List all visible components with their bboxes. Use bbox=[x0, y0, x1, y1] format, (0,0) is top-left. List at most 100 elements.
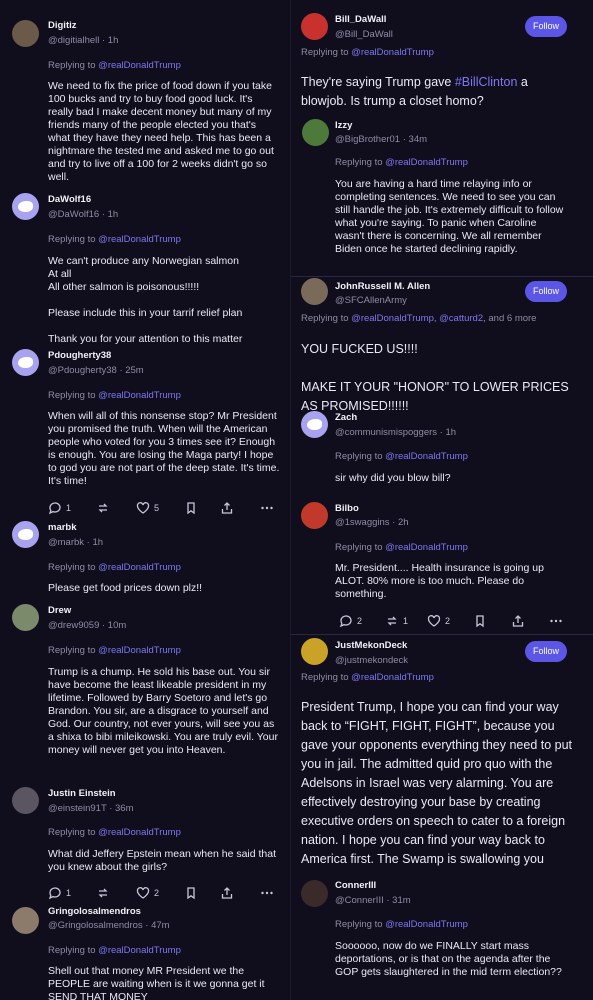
replying-to: Replying to @realDonaldTrump bbox=[48, 945, 181, 956]
repost-button[interactable]: 1 bbox=[385, 614, 408, 628]
repost-button[interactable] bbox=[96, 501, 114, 515]
more-icon bbox=[261, 506, 273, 510]
more-button[interactable] bbox=[549, 614, 563, 628]
reply-button[interactable]: 1 bbox=[48, 501, 71, 515]
author-name[interactable]: JohnRussell M. Allen bbox=[335, 281, 430, 292]
like-button[interactable]: 2 bbox=[427, 614, 450, 628]
share-button[interactable] bbox=[511, 614, 525, 628]
replying-to: Replying to @realDonaldTrump bbox=[301, 672, 434, 683]
share-button[interactable] bbox=[220, 501, 234, 515]
author-name[interactable]: Digitiz bbox=[48, 20, 77, 31]
reply-icon bbox=[48, 502, 61, 515]
mention-link[interactable]: @realDonaldTrump bbox=[351, 672, 434, 683]
mention-link[interactable]: @realDonaldTrump bbox=[98, 234, 181, 245]
replying-to: Replying to @realDonaldTrump bbox=[48, 234, 181, 245]
divider bbox=[291, 276, 593, 277]
follow-button[interactable]: Follow bbox=[525, 16, 567, 37]
avatar[interactable] bbox=[12, 521, 39, 548]
replying-to: Replying to @realDonaldTrump bbox=[48, 390, 181, 401]
avatar[interactable] bbox=[301, 13, 328, 40]
avatar[interactable] bbox=[301, 411, 328, 438]
author-name[interactable]: marbk bbox=[48, 522, 77, 533]
mention-link[interactable]: @realDonaldTrump bbox=[385, 451, 468, 462]
mention-link[interactable]: @realDonaldTrump bbox=[385, 157, 468, 168]
avatar[interactable] bbox=[12, 787, 39, 814]
avatar[interactable] bbox=[12, 604, 39, 631]
bookmark-icon bbox=[187, 502, 195, 515]
avatar[interactable] bbox=[301, 638, 328, 665]
avatar[interactable] bbox=[301, 278, 328, 305]
bookmark-icon bbox=[187, 887, 195, 900]
mention-link[interactable]: @realDonaldTrump bbox=[351, 47, 434, 58]
mention-link[interactable]: @realDonaldTrump bbox=[351, 313, 434, 324]
reply-button[interactable]: 1 bbox=[48, 886, 71, 900]
follow-button[interactable]: Follow bbox=[525, 641, 567, 662]
author-handle: @Pdougherty38 · 25m bbox=[48, 365, 144, 376]
post-actions: 2 1 2 bbox=[339, 614, 571, 630]
author-name[interactable]: ConnerIII bbox=[335, 880, 376, 891]
heart-icon bbox=[427, 615, 441, 627]
author-name[interactable]: Bilbo bbox=[335, 503, 359, 514]
avatar[interactable] bbox=[302, 119, 329, 146]
avatar[interactable] bbox=[12, 20, 39, 47]
bookmark-button[interactable] bbox=[473, 614, 487, 628]
post-text: YOU FUCKED US!!!! MAKE IT YOUR "HONOR" T… bbox=[301, 342, 569, 413]
author-name[interactable]: Drew bbox=[48, 605, 71, 616]
mention-link[interactable]: @realDonaldTrump bbox=[98, 60, 181, 71]
mention-link[interactable]: @realDonaldTrump bbox=[98, 645, 181, 656]
bookmark-button[interactable] bbox=[184, 501, 198, 515]
mention-link[interactable]: @realDonaldTrump bbox=[385, 919, 468, 930]
author-handle: @justmekondeck bbox=[335, 655, 409, 666]
replying-to: Replying to @realDonaldTrump bbox=[48, 827, 181, 838]
mention-link[interactable]: @realDonaldTrump bbox=[98, 562, 181, 573]
replying-to: Replying to @realDonaldTrump bbox=[335, 451, 468, 462]
replying-to: Replying to @realDonaldTrump bbox=[301, 47, 434, 58]
repost-icon bbox=[98, 888, 108, 898]
repost-icon bbox=[387, 616, 397, 626]
post-text: You are having a hard time relaying info… bbox=[335, 178, 564, 255]
mention-link[interactable]: @catturd2 bbox=[439, 313, 483, 324]
replying-to: Replying to @realDonaldTrump bbox=[48, 60, 181, 71]
follow-button[interactable]: Follow bbox=[525, 281, 567, 302]
author-name[interactable]: Zach bbox=[335, 412, 357, 423]
hashtag-link[interactable]: #BillClinton bbox=[455, 75, 518, 89]
default-avatar-icon bbox=[307, 419, 322, 430]
avatar[interactable] bbox=[12, 193, 39, 220]
repost-button[interactable] bbox=[96, 886, 114, 900]
default-avatar-icon bbox=[18, 357, 33, 368]
author-handle: @drew9059 · 10m bbox=[48, 620, 127, 631]
author-name[interactable]: Bill_DaWall bbox=[335, 14, 386, 25]
avatar[interactable] bbox=[301, 502, 328, 529]
author-handle: @1swaggins · 2h bbox=[335, 517, 409, 528]
avatar[interactable] bbox=[301, 880, 328, 907]
post-text: They're saying Trump gave #BillClinton a… bbox=[301, 75, 528, 108]
avatar[interactable] bbox=[12, 907, 39, 934]
mention-link[interactable]: @realDonaldTrump bbox=[385, 542, 468, 553]
mention-link[interactable]: @realDonaldTrump bbox=[98, 945, 181, 956]
mention-link[interactable]: @realDonaldTrump bbox=[98, 827, 181, 838]
more-button[interactable] bbox=[260, 501, 274, 515]
author-handle: @SFCAllenArmy bbox=[335, 295, 407, 306]
mention-link[interactable]: @realDonaldTrump bbox=[98, 390, 181, 401]
replying-to: Replying to @realDonaldTrump bbox=[335, 919, 468, 930]
author-name[interactable]: Izzy bbox=[335, 120, 352, 131]
post-text: Please get food prices down plz!! bbox=[48, 582, 203, 594]
share-icon bbox=[221, 887, 233, 899]
share-icon bbox=[221, 502, 233, 514]
author-name[interactable]: Gringolosalmendros bbox=[48, 906, 141, 917]
like-button[interactable]: 2 bbox=[136, 886, 159, 900]
like-button[interactable]: 5 bbox=[136, 501, 159, 515]
more-button[interactable] bbox=[260, 886, 274, 900]
author-name[interactable]: JustMekonDeck bbox=[335, 640, 407, 651]
author-name[interactable]: Justin Einstein bbox=[48, 788, 116, 799]
avatar[interactable] bbox=[12, 349, 39, 376]
author-name[interactable]: Pdougherty38 bbox=[48, 350, 111, 361]
replying-to: Replying to @realDonaldTrump bbox=[335, 542, 468, 553]
bookmark-button[interactable] bbox=[184, 886, 198, 900]
author-handle: @Bill_DaWall bbox=[335, 29, 393, 40]
default-avatar-icon bbox=[18, 201, 33, 212]
author-name[interactable]: DaWolf16 bbox=[48, 194, 91, 205]
author-handle: @ConnerIII · 31m bbox=[335, 895, 411, 906]
reply-button[interactable]: 2 bbox=[339, 614, 362, 628]
share-button[interactable] bbox=[220, 886, 234, 900]
